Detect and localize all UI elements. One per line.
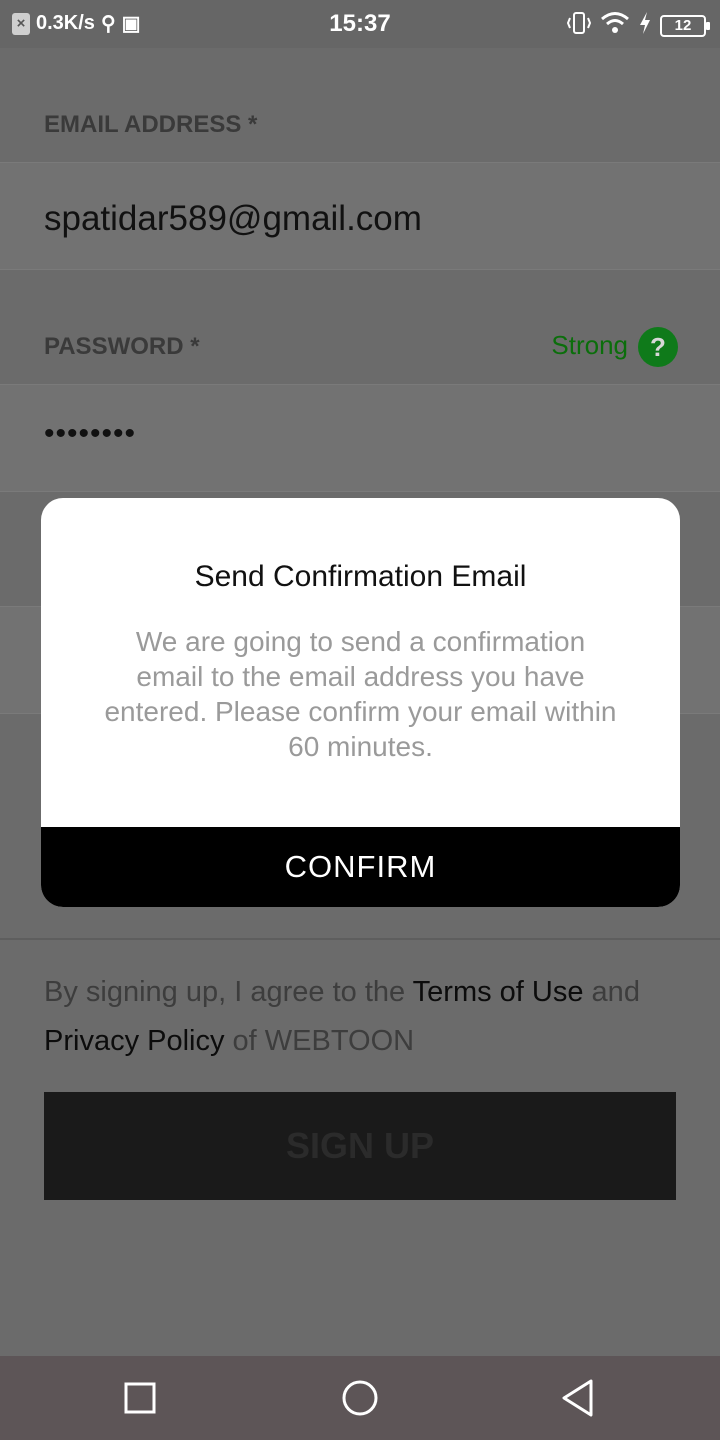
confirmation-dialog: Send Confirmation Email We are going to … [41, 498, 680, 907]
status-bar: × 0.3K/s ⚲ ▣ 15:37 12 [0, 0, 720, 48]
navigation-bar [0, 1356, 720, 1440]
vibrate-icon [566, 11, 592, 41]
terms-middle: and [583, 976, 640, 1008]
back-icon[interactable] [556, 1376, 600, 1420]
battery-icon: 12 [660, 15, 710, 37]
dialog-title: Send Confirmation Email [194, 560, 527, 593]
wifi-icon [600, 11, 630, 41]
terms-of-use-link[interactable]: Terms of Use [413, 976, 584, 1008]
home-icon[interactable] [338, 1376, 382, 1420]
charging-icon [638, 11, 652, 41]
email-label-row: EMAIL ADDRESS * [0, 48, 720, 162]
password-value: •••••••• [44, 417, 137, 450]
password-label-row: PASSWORD * [0, 270, 720, 384]
dialog-message: We are going to send a confirmation emai… [104, 626, 617, 762]
sign-up-button[interactable]: SIGN UP [44, 1092, 676, 1200]
password-field[interactable]: •••••••• [0, 384, 720, 492]
terms-text: By signing up, I agree to the Terms of U… [44, 968, 684, 1066]
email-field[interactable]: spatidar589@gmail.com [0, 162, 720, 270]
recent-apps-icon[interactable] [118, 1376, 162, 1420]
divider [0, 938, 720, 940]
help-icon[interactable]: ? [638, 327, 678, 367]
password-label: PASSWORD * [44, 333, 200, 360]
terms-suffix: of WEBTOON [224, 1025, 415, 1057]
status-right: 12 [566, 11, 710, 41]
email-value: spatidar589@gmail.com [44, 199, 422, 238]
privacy-policy-link[interactable]: Privacy Policy [44, 1025, 225, 1057]
password-strength: Strong [551, 330, 628, 360]
terms-prefix: By signing up, I agree to the [44, 976, 413, 1008]
email-label: EMAIL ADDRESS * [44, 111, 258, 138]
confirm-button[interactable]: CONFIRM [41, 827, 680, 907]
